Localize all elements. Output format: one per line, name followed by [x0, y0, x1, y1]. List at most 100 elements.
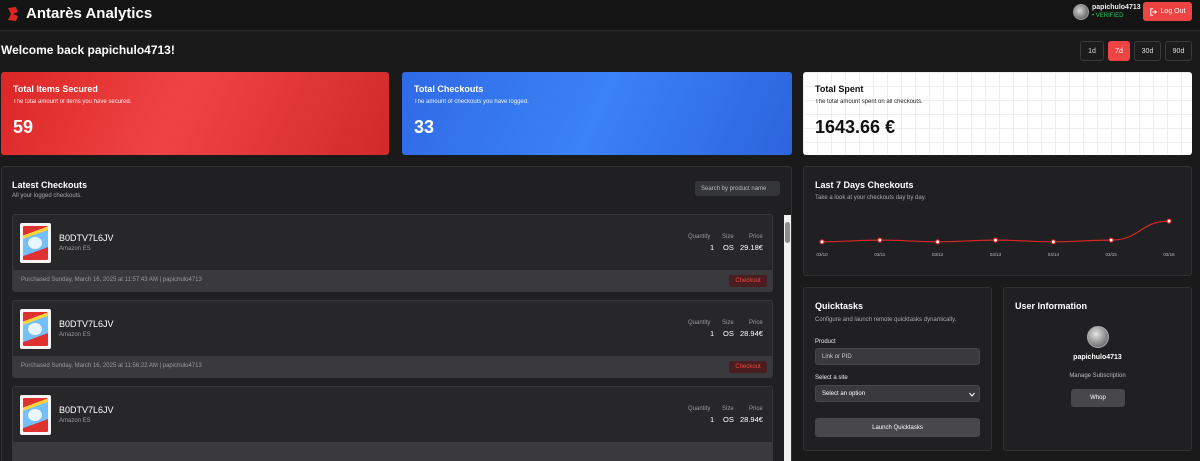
- store-name: Amazon ES: [59, 246, 91, 252]
- stat-title: Total Items Secured: [13, 84, 98, 94]
- latest-checkouts-title: Latest Checkouts: [12, 180, 88, 190]
- range-90d-button[interactable]: 90d: [1165, 41, 1192, 61]
- order-footer: Purchased Sunday, March 16, 2025 at 11:5…: [13, 270, 772, 291]
- size-value: OS: [723, 415, 734, 424]
- quantity-value: 1: [710, 243, 715, 252]
- header-username: papichulo4713: [1092, 4, 1141, 11]
- purchase-date: Purchased Sunday, March 16, 2025 at 11:5…: [21, 277, 202, 283]
- range-1d-button[interactable]: 1d: [1080, 41, 1104, 61]
- size-value: OS: [723, 243, 734, 252]
- quantity-value: 1: [710, 329, 715, 338]
- user-info-title: User Information: [1015, 301, 1088, 311]
- quantity-header: Quantity: [688, 406, 711, 412]
- product-id: B0DTV7L6JV: [59, 233, 114, 243]
- x-tick-label: 03/13: [990, 252, 1002, 257]
- data-point[interactable]: [935, 239, 941, 245]
- checkouts-line-chart: 03/10 03/11 03/12 03/13 03/14 03/15 03/16: [816, 218, 1175, 257]
- product-label: Product: [815, 339, 836, 345]
- product-input[interactable]: Link or PID: [815, 348, 980, 365]
- status-badge: Checkout: [729, 361, 767, 373]
- chart-title: Last 7 Days Checkouts: [815, 180, 914, 190]
- avatar[interactable]: [1073, 4, 1089, 20]
- logout-label: Log Out: [1160, 8, 1186, 15]
- data-point[interactable]: [1050, 239, 1056, 245]
- logo-icon: [8, 7, 18, 21]
- quantity-header: Quantity: [688, 234, 711, 240]
- x-tick-label: 03/12: [932, 252, 944, 257]
- manage-subscription-label: Manage Subscription: [1069, 373, 1126, 379]
- stat-value: 59: [13, 117, 34, 137]
- x-tick-label: 03/15: [1106, 252, 1118, 257]
- user-info-panel: [1003, 287, 1192, 451]
- site-label: Select a site: [815, 375, 848, 381]
- x-tick-label: 03/14: [1048, 252, 1060, 257]
- price-header: Price: [749, 406, 763, 412]
- range-7d-button[interactable]: 7d: [1108, 41, 1130, 61]
- price-header: Price: [749, 234, 763, 240]
- stat-desc: The total amount spent on all checkouts.: [815, 99, 923, 105]
- price-value: 28.94€: [740, 329, 763, 338]
- x-tick-label: 03/10: [816, 252, 828, 257]
- data-point[interactable]: [1108, 237, 1114, 243]
- store-name: Amazon ES: [59, 332, 91, 338]
- verified-badge: • VERIFIED: [1092, 13, 1124, 19]
- stat-value: 33: [414, 117, 435, 137]
- price-value: 29.18€: [740, 243, 763, 252]
- stat-items-secured: Total Items Secured The total amount of …: [1, 72, 389, 155]
- product-id: B0DTV7L6JV: [59, 319, 114, 329]
- whop-button[interactable]: Whop: [1071, 389, 1125, 407]
- purchase-date: Purchased Sunday, March 16, 2025 at 11:5…: [21, 363, 202, 369]
- range-30d-button[interactable]: 30d: [1134, 41, 1161, 61]
- quantity-value: 1: [710, 415, 715, 424]
- app-title: Antarès Analytics: [26, 5, 153, 22]
- order-footer: [13, 442, 772, 461]
- latest-checkouts-subtitle: All your logged checkouts.: [12, 193, 83, 199]
- quantity-header: Quantity: [688, 320, 711, 326]
- list-item[interactable]: B0DTV7L6JV Amazon ES Quantity 1 Size OS …: [12, 214, 773, 292]
- product-image: [20, 309, 51, 349]
- stat-checkouts: Total Checkouts The amount of checkouts …: [402, 72, 792, 155]
- price-value: 28.94€: [740, 415, 763, 424]
- logout-button[interactable]: Log Out: [1143, 2, 1192, 21]
- product-image: [20, 395, 51, 435]
- stat-title: Total Spent: [815, 84, 864, 94]
- data-point[interactable]: [992, 237, 999, 243]
- user-info-username: papichulo4713: [1073, 354, 1122, 361]
- store-name: Amazon ES: [59, 418, 91, 424]
- search-input[interactable]: Search by product name: [695, 181, 780, 196]
- quicktasks-title: Quicktasks: [815, 301, 864, 311]
- data-point[interactable]: [819, 239, 825, 245]
- size-header: Size: [722, 320, 734, 326]
- list-item[interactable]: B0DTV7L6JV Amazon ES Quantity 1 Size OS …: [12, 386, 773, 461]
- welcome-heading: Welcome back papichulo4713!: [1, 43, 175, 57]
- stat-value: 1643.66 €: [815, 117, 896, 137]
- chart-subtitle: Take a look at your checkouts day by day…: [815, 195, 926, 201]
- product-image: [20, 223, 51, 263]
- size-value: OS: [723, 329, 734, 338]
- launch-quicktasks-button[interactable]: Launch Quicktasks: [815, 418, 980, 437]
- stat-desc: The total amount of items you have secur…: [13, 99, 132, 105]
- list-item[interactable]: B0DTV7L6JV Amazon ES Quantity 1 Size OS …: [12, 300, 773, 378]
- logout-icon: [1149, 7, 1157, 16]
- data-point[interactable]: [877, 237, 883, 243]
- stat-total-spent: Total Spent The total amount spent on al…: [803, 72, 1192, 155]
- site-select[interactable]: Select an option: [815, 385, 980, 402]
- size-header: Size: [722, 406, 734, 412]
- top-bar: Antarès Analytics papichulo4713 • VERIFI…: [0, 0, 1200, 31]
- price-header: Price: [749, 320, 763, 326]
- stat-desc: The amount of checkouts you have logged.: [414, 99, 529, 105]
- x-tick-label: 03/16: [1163, 252, 1175, 257]
- status-badge: Checkout: [729, 275, 767, 287]
- x-tick-label: 03/11: [874, 252, 885, 257]
- scrollbar[interactable]: [784, 215, 791, 461]
- order-footer: Purchased Sunday, March 16, 2025 at 11:5…: [13, 356, 772, 377]
- data-point[interactable]: [1166, 218, 1172, 224]
- quicktasks-subtitle: Configure and launch remote quicktasks d…: [815, 317, 957, 323]
- stat-title: Total Checkouts: [414, 84, 484, 94]
- size-header: Size: [722, 234, 734, 240]
- product-id: B0DTV7L6JV: [59, 405, 114, 415]
- avatar: [1087, 326, 1109, 348]
- chevron-down-icon: [969, 392, 975, 397]
- site-select-value: Select an option: [822, 390, 866, 397]
- scrollbar-thumb[interactable]: [785, 222, 790, 243]
